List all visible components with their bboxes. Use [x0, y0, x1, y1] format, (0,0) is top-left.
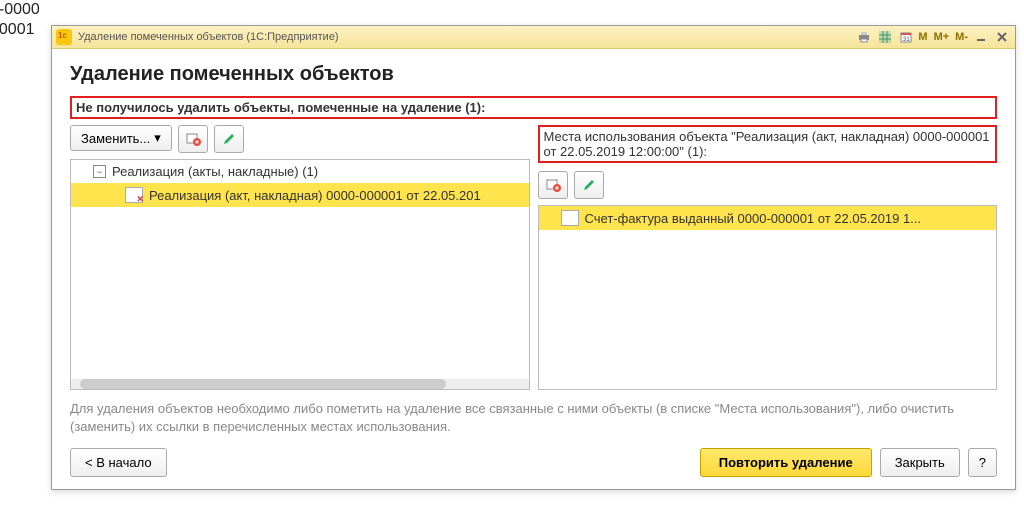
left-toolbar: Заменить... ▾	[70, 125, 530, 153]
chevron-down-icon: ▾	[154, 130, 161, 146]
mark-delete-button-right[interactable]	[538, 171, 568, 199]
tree-child-label: Реализация (акт, накладная) 0000-000001 …	[149, 188, 481, 203]
edit-button[interactable]	[214, 125, 244, 153]
app-logo-icon	[56, 29, 72, 45]
left-pane: Заменить... ▾ −	[70, 125, 530, 390]
mark-delete-button[interactable]	[178, 125, 208, 153]
usage-list[interactable]: Счет-фактура выданный 0000-000001 от 22.…	[538, 205, 998, 390]
grid-icon[interactable]	[876, 29, 894, 45]
hint-text: Для удаления объектов необходимо либо по…	[70, 400, 997, 436]
usage-row-label: Счет-фактура выданный 0000-000001 от 22.…	[585, 211, 922, 226]
close-button[interactable]: Закрыть	[880, 448, 960, 477]
close-icon[interactable]	[993, 29, 1011, 45]
retry-delete-button[interactable]: Повторить удаление	[700, 448, 872, 477]
help-button[interactable]: ?	[968, 448, 997, 477]
titlebar: Удаление помеченных объектов (1С:Предпри…	[52, 26, 1015, 49]
tree-child-row[interactable]: Реализация (акт, накладная) 0000-000001 …	[71, 183, 529, 207]
collapse-icon[interactable]: −	[93, 165, 106, 178]
m-button[interactable]: M	[915, 31, 930, 43]
right-toolbar	[538, 171, 998, 199]
svg-text:31: 31	[903, 37, 910, 43]
replace-button[interactable]: Заменить... ▾	[70, 125, 172, 151]
right-pane: Места использования объекта "Реализация …	[538, 125, 998, 390]
background-text: 0-0000 00001	[0, 0, 40, 40]
edit-button-right[interactable]	[574, 171, 604, 199]
error-highlight: Не получилось удалить объекты, помеченны…	[70, 96, 997, 119]
footer: < В начало Повторить удаление Закрыть ?	[70, 448, 997, 477]
dialog-window: Удаление помеченных объектов (1С:Предпри…	[51, 25, 1016, 490]
calendar-icon[interactable]: 31	[897, 29, 915, 45]
page-title: Удаление помеченных объектов	[70, 63, 997, 86]
document-delete-icon	[125, 187, 143, 203]
horizontal-scrollbar[interactable]	[71, 379, 529, 389]
usage-title: Места использования объекта "Реализация …	[538, 125, 998, 163]
replace-button-label: Заменить...	[81, 131, 150, 146]
back-button[interactable]: < В начало	[70, 448, 167, 477]
window-title: Удаление помеченных объектов (1С:Предпри…	[78, 31, 339, 43]
tree-parent-label: Реализация (акты, накладные) (1)	[112, 164, 318, 179]
tree-parent-row[interactable]: − Реализация (акты, накладные) (1)	[71, 160, 529, 183]
objects-tree[interactable]: − Реализация (акты, накладные) (1) Реали…	[70, 159, 530, 390]
m-minus-button[interactable]: M-	[952, 31, 971, 43]
print-icon[interactable]	[855, 29, 873, 45]
document-icon	[561, 210, 579, 226]
minimize-icon[interactable]	[973, 29, 991, 45]
usage-row[interactable]: Счет-фактура выданный 0000-000001 от 22.…	[539, 206, 997, 230]
m-plus-button[interactable]: M+	[931, 31, 953, 43]
error-message: Не получилось удалить объекты, помеченны…	[76, 100, 485, 115]
